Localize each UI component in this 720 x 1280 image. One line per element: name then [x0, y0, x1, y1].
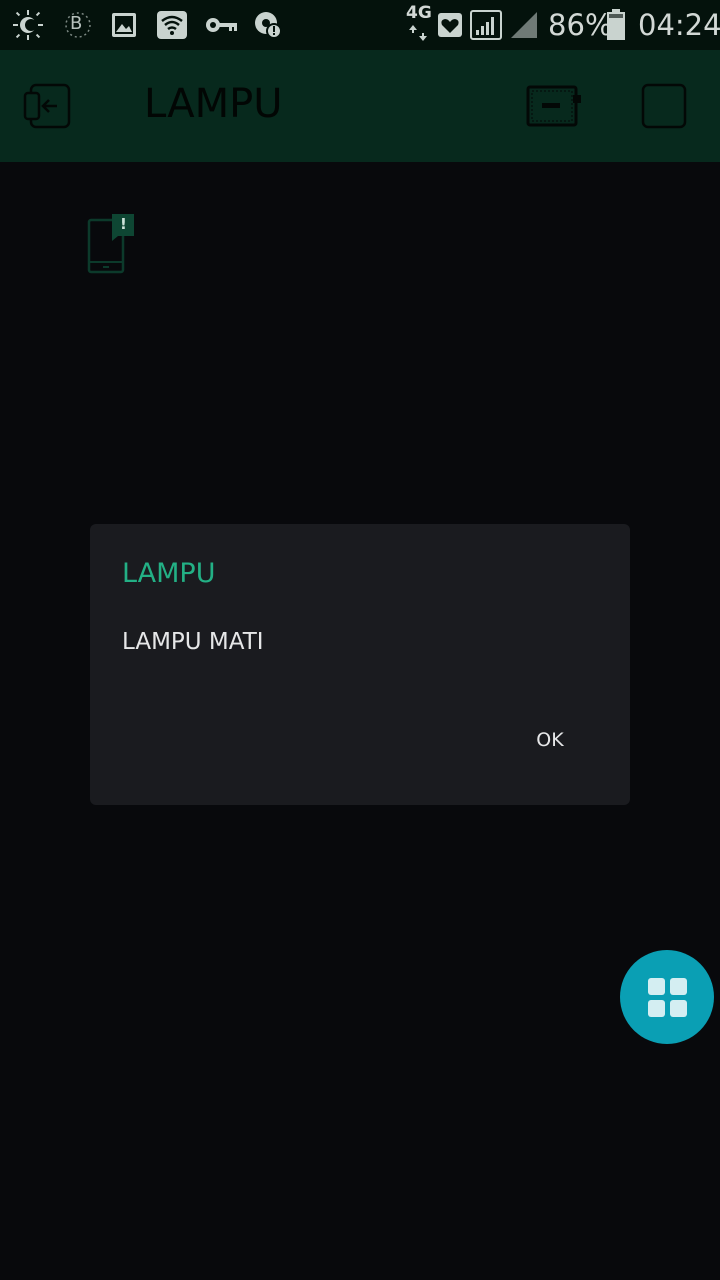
device-button[interactable] [524, 82, 584, 130]
battery-icon [604, 9, 628, 41]
bluetooth-icon: B [62, 9, 94, 41]
page-title: LAMPU [144, 81, 283, 127]
exit-button[interactable] [22, 82, 74, 130]
data-alert-icon [252, 9, 284, 41]
exit-icon [23, 83, 71, 129]
alert-dialog: LAMPU LAMPU MATI OK [90, 524, 630, 805]
phone-notification-icon [87, 214, 134, 274]
heart-icon [434, 9, 466, 41]
battery-percent: 86% [548, 8, 613, 42]
brightness-icon [12, 9, 44, 41]
widget-box-button[interactable] [620, 950, 714, 1044]
widget-badge: ! [120, 215, 127, 233]
signal-secondary-icon [508, 9, 540, 41]
stop-button[interactable] [640, 82, 688, 130]
stop-icon [641, 83, 687, 129]
bluetooth-letter: B [70, 13, 83, 34]
wifi-icon [156, 9, 188, 41]
vpn-key-icon [204, 9, 240, 41]
data-arrows-icon [408, 24, 428, 42]
notification-widget[interactable]: ! [86, 214, 138, 276]
signal-icon [470, 9, 502, 41]
status-bar: B 4G 86% 04:24 [0, 0, 720, 50]
app-toolbar: LAMPU [0, 50, 720, 162]
dialog-message: LAMPU MATI [122, 629, 264, 655]
widget-grid-icon [647, 977, 687, 1017]
app-screen: B 4G 86% 04:24 LAMPU ! LAMPU LAMPU MATI … [0, 0, 720, 1280]
dialog-title: LAMPU [122, 558, 216, 589]
clock: 04:24 [638, 8, 720, 42]
network-type: 4G [406, 3, 432, 23]
device-icon [526, 85, 581, 127]
gallery-icon [108, 9, 140, 41]
ok-button[interactable]: OK [520, 718, 580, 762]
